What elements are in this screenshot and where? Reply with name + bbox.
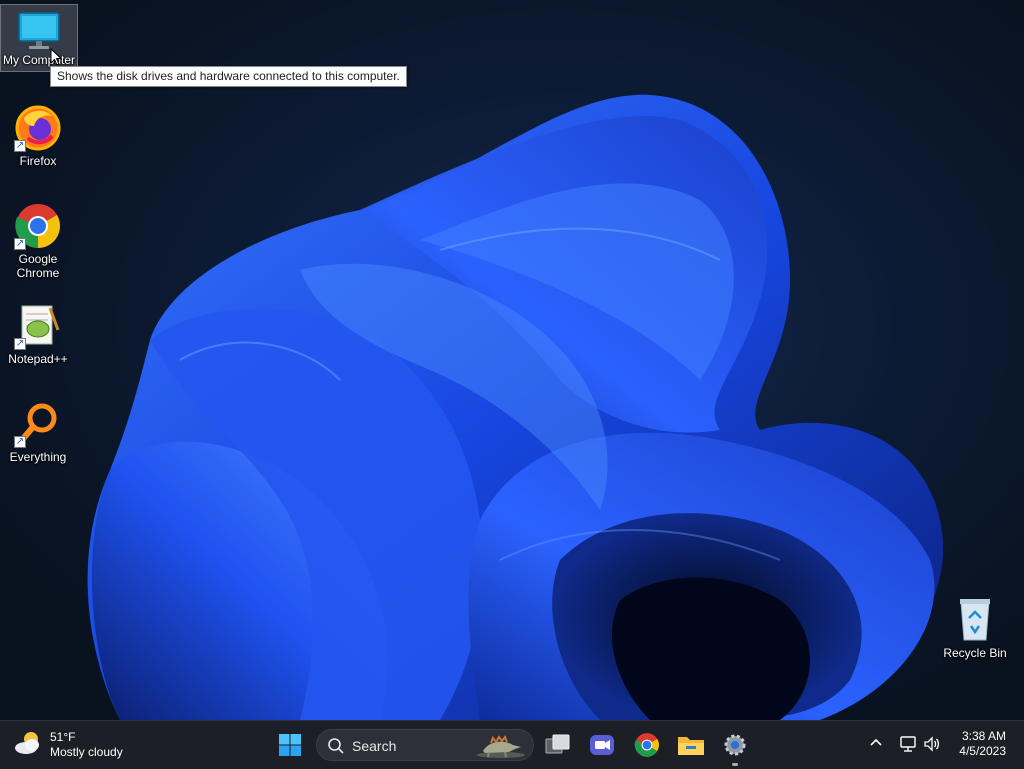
task-view-button[interactable] <box>542 729 574 761</box>
mouse-cursor-icon <box>50 48 62 66</box>
show-hidden-icons-button[interactable] <box>868 735 884 756</box>
start-button[interactable] <box>274 729 306 761</box>
weather-temperature: 51°F <box>50 730 76 744</box>
gear-icon <box>724 734 746 756</box>
search-highlight-dinosaur-icon <box>477 734 525 758</box>
desktop[interactable]: My Computer ↗ Firefox ↗ Google Chrome ↗ … <box>0 0 1024 720</box>
windows-logo-icon <box>279 734 301 756</box>
desktop-icon-label: My Computer <box>2 53 76 67</box>
taskbar-search-box[interactable]: Search <box>316 729 534 761</box>
search-icon <box>328 738 344 754</box>
network-button[interactable] <box>899 735 917 758</box>
folder-icon <box>678 737 704 755</box>
search-label: Search <box>352 738 397 754</box>
recycle-bin-icon <box>951 596 999 644</box>
taskbar: 51°F Mostly cloudy Search 3:38 AM 4/5/20… <box>0 720 1024 769</box>
desktop-icon-label: Google Chrome <box>16 252 60 280</box>
chevron-up-icon <box>870 738 882 746</box>
magnifier-search-icon: ↗ <box>14 400 62 448</box>
shortcut-arrow-icon: ↗ <box>14 238 26 250</box>
task-view-icon <box>545 734 570 754</box>
shortcut-arrow-icon: ↗ <box>14 140 26 152</box>
weather-condition: Mostly cloudy <box>50 745 123 759</box>
desktop-icon-label: Firefox <box>19 154 57 168</box>
clock-time: 3:38 AM <box>961 729 1006 743</box>
volume-icon <box>924 736 940 752</box>
desktop-icon-label: Recycle Bin <box>943 646 1007 660</box>
clock[interactable]: 3:38 AM 4/5/2023 <box>959 729 1006 759</box>
desktop-icon-label: Everything <box>9 450 67 464</box>
network-icon <box>900 736 916 752</box>
taskbar-chrome-button[interactable] <box>631 729 663 761</box>
firefox-icon: ↗ <box>14 104 62 152</box>
video-chat-icon <box>590 735 614 755</box>
shortcut-arrow-icon: ↗ <box>14 338 26 350</box>
tooltip: Shows the disk drives and hardware conne… <box>50 66 407 87</box>
desktop-icon-label: Notepad++ <box>8 352 68 366</box>
monitor-icon <box>17 11 61 51</box>
volume-button[interactable] <box>923 735 941 758</box>
settings-button[interactable] <box>719 729 751 766</box>
desktop-icon-firefox[interactable]: ↗ Firefox <box>0 104 76 168</box>
wallpaper-bloom <box>87 94 944 720</box>
partly-cloudy-icon <box>14 730 44 761</box>
chrome-icon: ↗ <box>14 202 62 250</box>
desktop-icon-everything[interactable]: ↗ Everything <box>0 400 76 464</box>
desktop-icon-google-chrome[interactable]: ↗ Google Chrome <box>0 202 76 280</box>
desktop-icon-my-computer[interactable]: My Computer <box>0 4 78 72</box>
desktop-icon-notepadpp[interactable]: ↗ Notepad++ <box>0 302 76 366</box>
clock-date: 4/5/2023 <box>959 744 1006 758</box>
notepadpp-icon: ↗ <box>14 302 62 350</box>
file-explorer-button[interactable] <box>675 729 707 761</box>
shortcut-arrow-icon: ↗ <box>14 436 26 448</box>
chrome-icon <box>634 733 659 757</box>
desktop-icon-recycle-bin[interactable]: Recycle Bin <box>937 596 1013 660</box>
active-app-indicator <box>732 763 738 766</box>
teams-button[interactable] <box>586 729 618 761</box>
weather-widget[interactable]: 51°F Mostly cloudy <box>14 729 123 761</box>
